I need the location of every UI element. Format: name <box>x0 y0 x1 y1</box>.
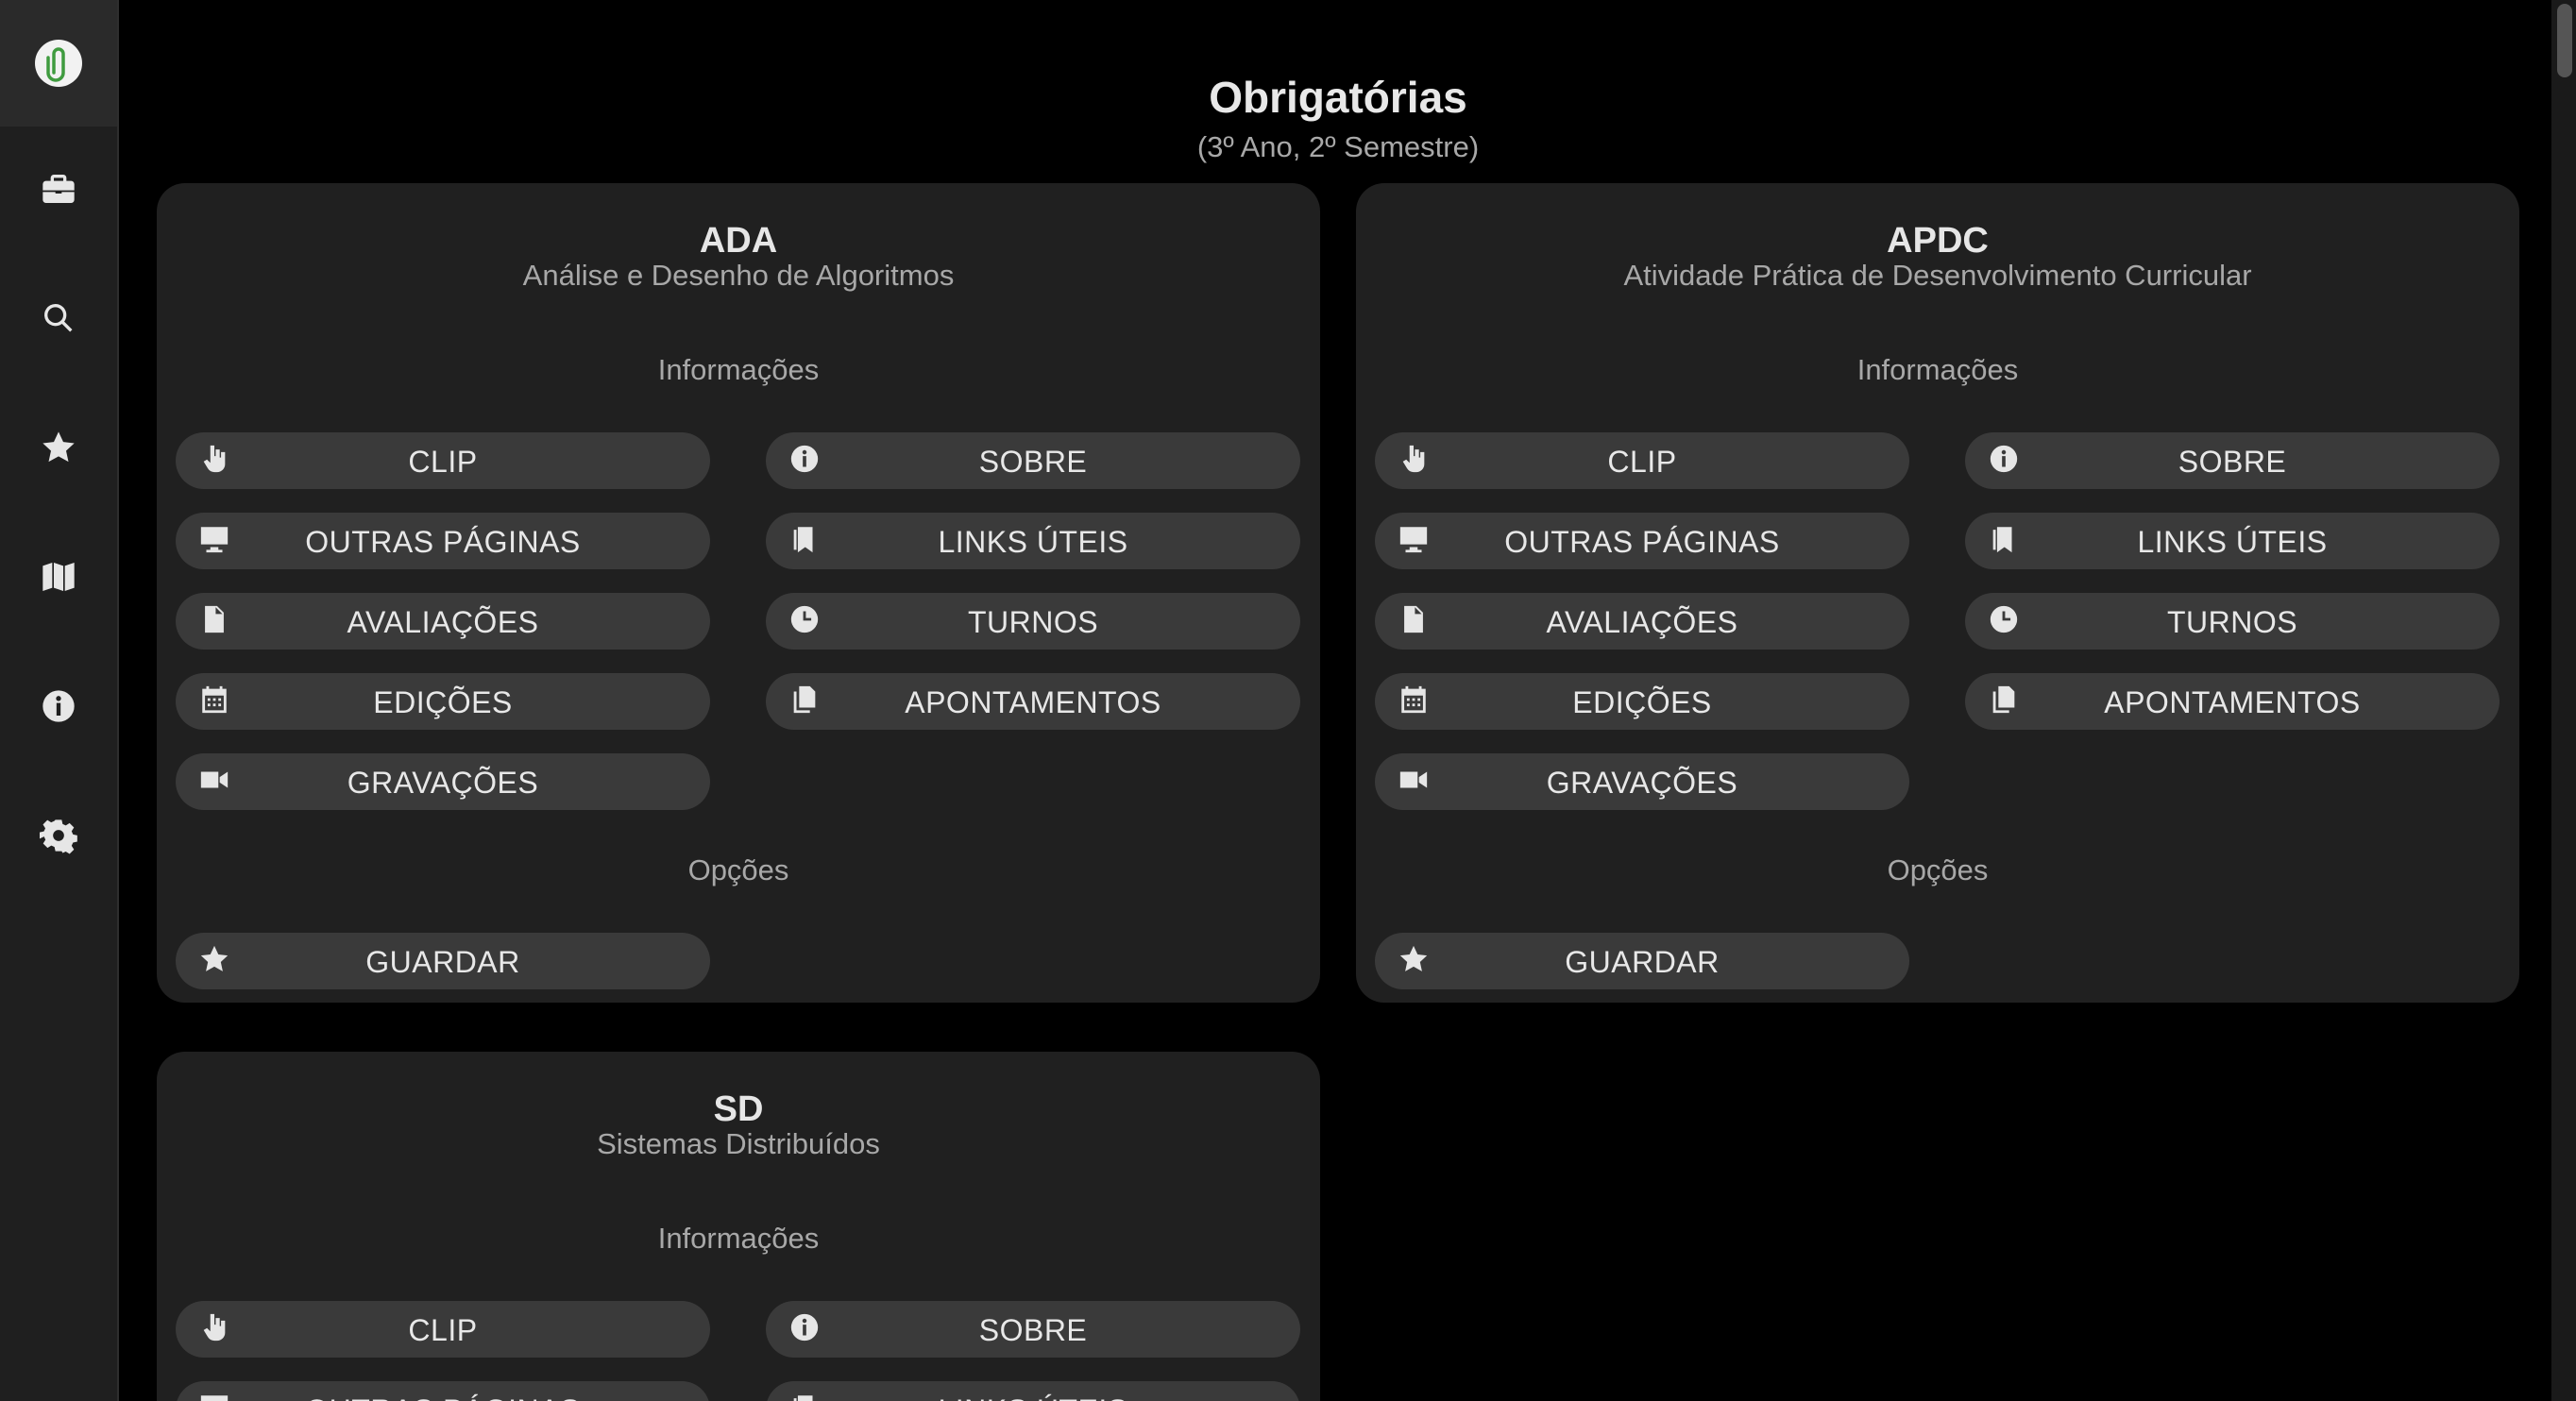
apontamentos-button[interactable]: APONTAMENTOS <box>766 673 1300 730</box>
sidebar-item-search[interactable] <box>0 290 117 346</box>
scrollbar-thumb[interactable] <box>2557 4 2572 77</box>
briefcase-icon <box>42 175 75 203</box>
links-uteis-button[interactable]: LINKS ÚTEIS <box>1965 513 2500 569</box>
guardar-button[interactable]: GUARDAR <box>176 933 710 989</box>
avaliacoes-button[interactable]: AVALIAÇÕES <box>1375 593 1909 650</box>
course-code: SD <box>713 1089 764 1129</box>
edicoes-button[interactable]: EDIÇÕES <box>1375 673 1909 730</box>
apontamentos-button[interactable]: APONTAMENTOS <box>1965 673 2500 730</box>
app-logo[interactable] <box>0 0 117 127</box>
sidebar-item-info[interactable] <box>0 678 117 734</box>
avaliacoes-button[interactable]: AVALIAÇÕES <box>176 593 710 650</box>
map-icon <box>42 563 75 591</box>
info-icon <box>42 690 75 722</box>
course-card-sd: SD Sistemas Distribuídos Informações CLI… <box>157 1052 1320 1401</box>
gravacoes-button[interactable]: GRAVAÇÕES <box>1375 753 1909 810</box>
course-code: ADA <box>699 221 778 261</box>
turnos-button[interactable]: TURNOS <box>1965 593 2500 650</box>
vertical-scrollbar[interactable] <box>2551 0 2576 1401</box>
info-section-label: Informações <box>657 353 820 386</box>
gravacoes-button[interactable]: GRAVAÇÕES <box>176 753 710 810</box>
main-content: Obrigatórias (3º Ano, 2º Semestre) ADA A… <box>121 0 2550 1401</box>
clip-button[interactable]: CLIP <box>176 432 710 489</box>
paperclip-logo-icon <box>35 40 82 87</box>
clip-button[interactable]: CLIP <box>1375 432 1909 489</box>
outras-paginas-button[interactable]: OUTRAS PÁGINAS <box>176 513 710 569</box>
turnos-button[interactable]: TURNOS <box>766 593 1300 650</box>
sobre-button[interactable]: SOBRE <box>1965 432 2500 489</box>
info-section-label: Informações <box>657 1222 820 1255</box>
links-uteis-button[interactable]: LINKS ÚTEIS <box>766 1381 1300 1401</box>
search-icon <box>44 304 73 332</box>
info-section-label: Informações <box>1856 353 2019 386</box>
gear-icon <box>40 819 77 854</box>
star-icon <box>42 431 75 463</box>
sobre-button[interactable]: SOBRE <box>766 1301 1300 1358</box>
course-name: Análise e Desenho de Algoritmos <box>522 259 955 292</box>
outras-paginas-button[interactable]: OUTRAS PÁGINAS <box>176 1381 710 1401</box>
sidebar-item-favorites[interactable] <box>0 419 117 476</box>
options-section-label: Opções <box>687 853 789 886</box>
course-card-apdc: APDC Atividade Prática de Desenvolviment… <box>1356 183 2519 1003</box>
course-card-ada: ADA Análise e Desenho de Algoritmos Info… <box>157 183 1320 1003</box>
guardar-button[interactable]: GUARDAR <box>1375 933 1909 989</box>
sobre-button[interactable]: SOBRE <box>766 432 1300 489</box>
links-uteis-button[interactable]: LINKS ÚTEIS <box>766 513 1300 569</box>
course-name: Atividade Prática de Desenvolvimento Cur… <box>1623 259 2252 292</box>
sidebar <box>0 0 119 1401</box>
clip-button[interactable]: CLIP <box>176 1301 710 1358</box>
page-title: Obrigatórias <box>1209 73 1467 122</box>
sidebar-item-courses[interactable] <box>0 160 117 217</box>
edicoes-button[interactable]: EDIÇÕES <box>176 673 710 730</box>
page-subtitle: (3º Ano, 2º Semestre) <box>1196 130 1480 163</box>
course-code: APDC <box>1887 221 1989 261</box>
outras-paginas-button[interactable]: OUTRAS PÁGINAS <box>1375 513 1909 569</box>
sidebar-item-settings[interactable] <box>0 807 117 864</box>
options-section-label: Opções <box>1887 853 1989 886</box>
course-name: Sistemas Distribuídos <box>597 1127 880 1160</box>
sidebar-item-map[interactable] <box>0 549 117 605</box>
